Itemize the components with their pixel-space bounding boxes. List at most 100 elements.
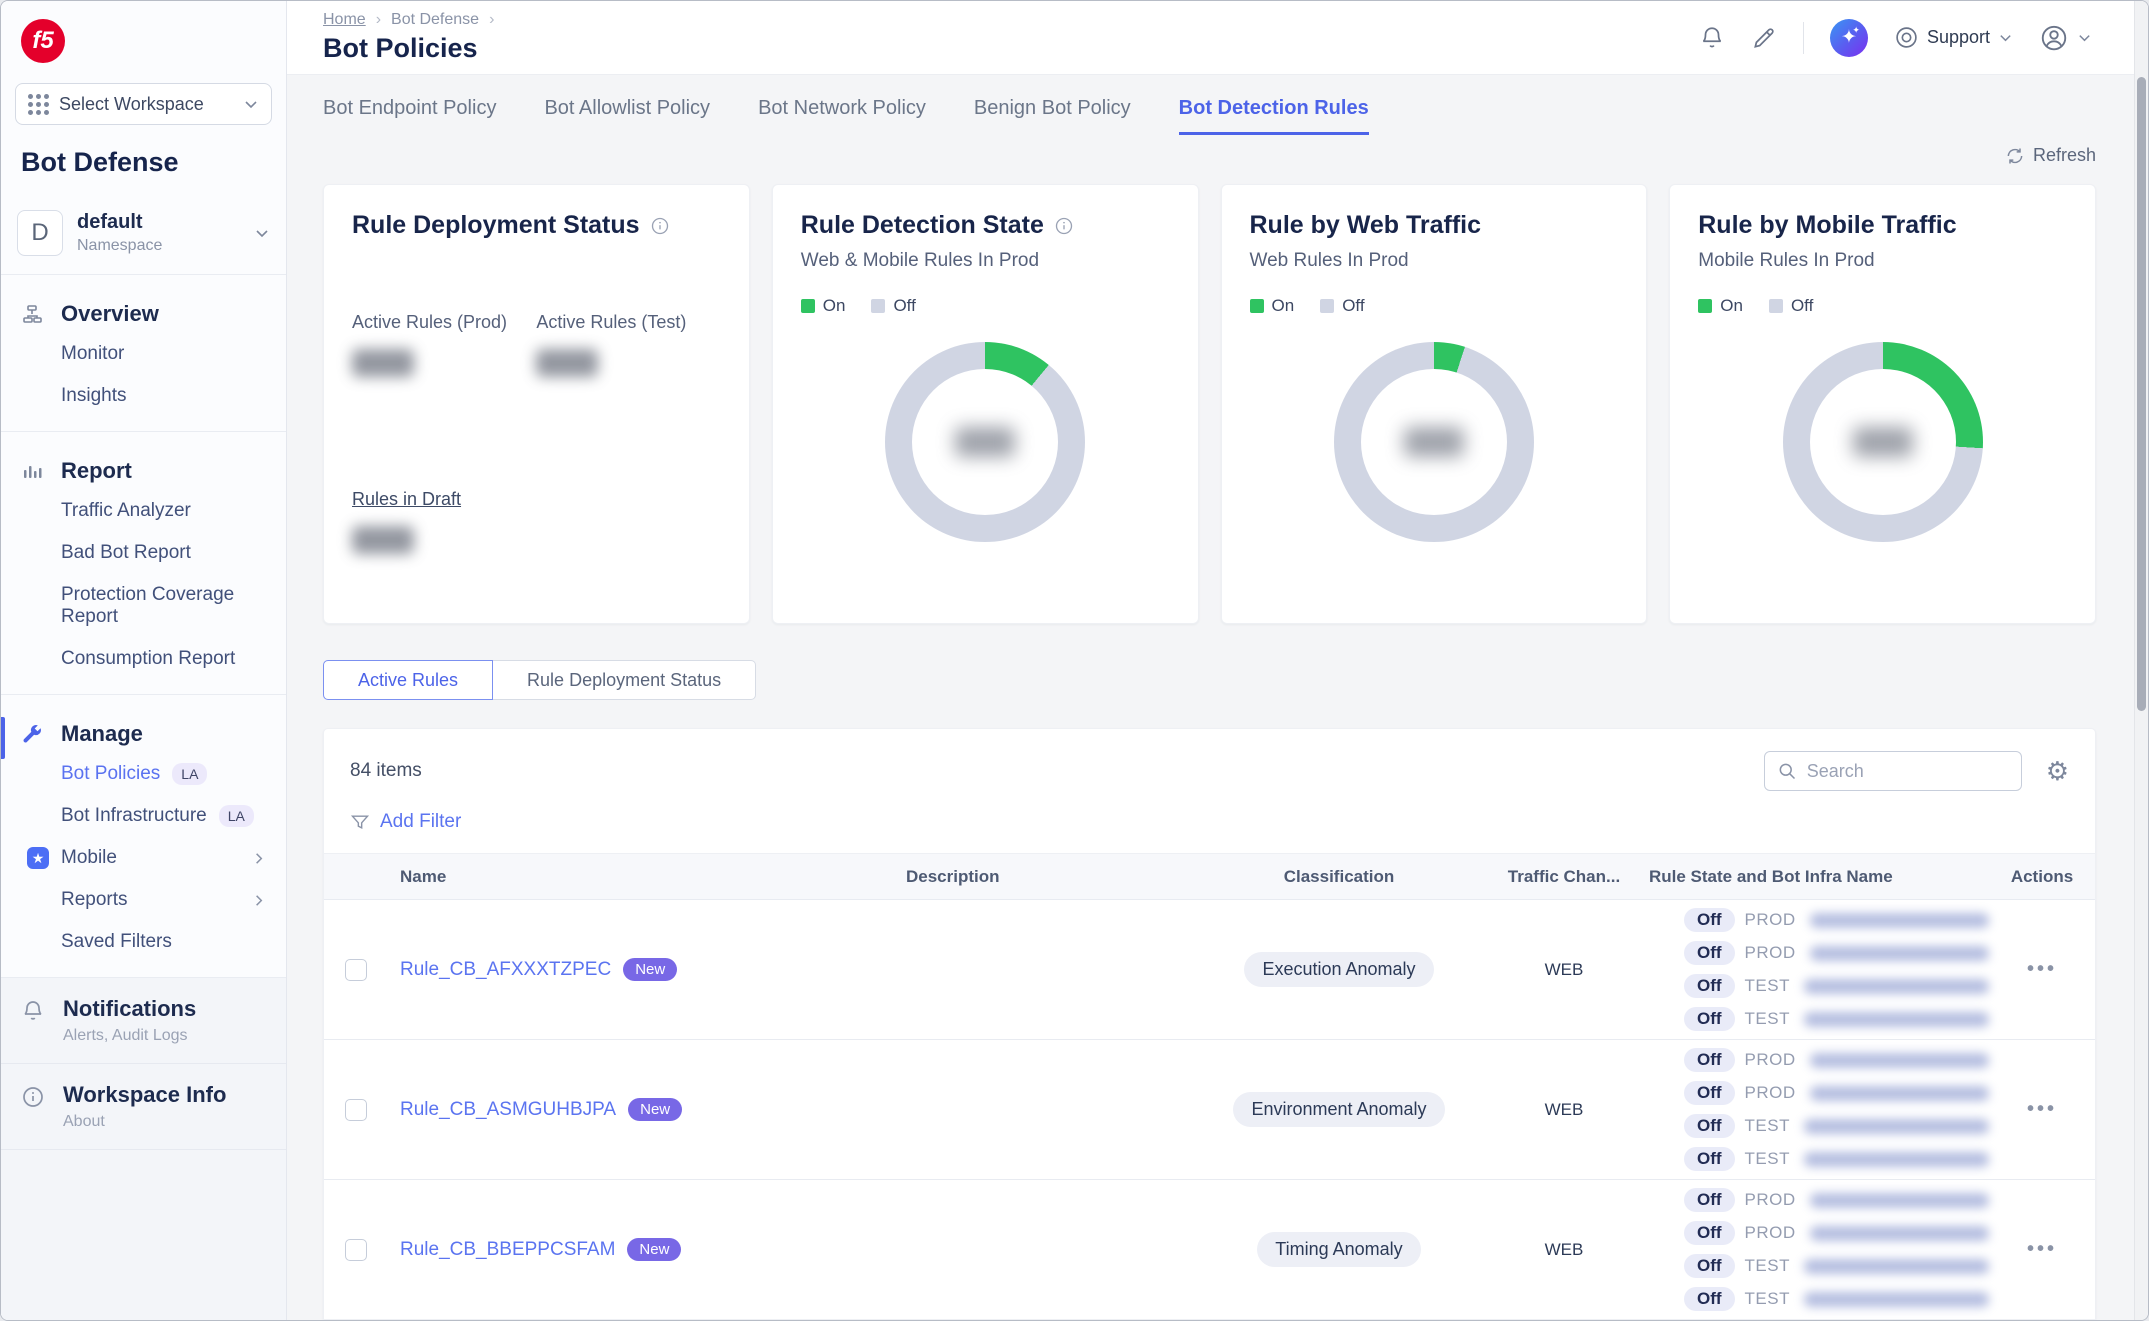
f5-logo-icon[interactable]: f5 bbox=[21, 19, 65, 63]
rule-name-link[interactable]: Rule_CB_AFXXXTZPEC bbox=[400, 959, 611, 981]
state-badge: Off bbox=[1684, 1287, 1735, 1311]
sidebar-item-monitor[interactable]: Monitor bbox=[1, 333, 286, 375]
rule-name-link[interactable]: Rule_CB_ASMGUHBJPA bbox=[400, 1099, 616, 1121]
chevron-down-icon bbox=[2077, 30, 2092, 45]
nav-section-manage: Manage Bot Policies LA Bot Infrastructur… bbox=[1, 695, 286, 978]
namespace-avatar: D bbox=[17, 210, 63, 256]
state-badge: Off bbox=[1684, 1048, 1735, 1072]
infra-name-blurred bbox=[1810, 1193, 1989, 1208]
sidebar-item-label: Overview bbox=[61, 301, 159, 327]
row-actions-menu[interactable]: ••• bbox=[1989, 958, 2095, 981]
breadcrumb-separator: › bbox=[489, 11, 494, 29]
tab-bot-detection-rules[interactable]: Bot Detection Rules bbox=[1179, 97, 1369, 135]
sidebar-item-workspace-info[interactable]: Workspace Info About bbox=[1, 1064, 286, 1150]
infra-name-blurred bbox=[1804, 1119, 1989, 1134]
tab-bot-network-policy[interactable]: Bot Network Policy bbox=[758, 97, 926, 135]
classification-pill: Timing Anomaly bbox=[1257, 1232, 1420, 1267]
env-label: TEST bbox=[1745, 1149, 1790, 1169]
legend-on-swatch bbox=[1250, 299, 1264, 313]
info-icon[interactable] bbox=[1054, 216, 1074, 236]
mobile-star-icon: ★ bbox=[27, 847, 49, 869]
breadcrumb-home-link[interactable]: Home bbox=[323, 11, 366, 29]
tab-bot-endpoint-policy[interactable]: Bot Endpoint Policy bbox=[323, 97, 496, 135]
row-checkbox[interactable] bbox=[345, 1239, 367, 1261]
support-menu[interactable]: Support bbox=[1894, 25, 2013, 50]
active-rules-test-value-blurred bbox=[536, 349, 598, 377]
chevron-right-icon bbox=[251, 893, 266, 908]
row-actions-menu[interactable]: ••• bbox=[1989, 1238, 2095, 1261]
infra-name-blurred bbox=[1804, 979, 1989, 994]
sidebar-item-mobile[interactable]: ★ Mobile bbox=[1, 837, 286, 879]
app-window: f5 Select Workspace Bot Defense D defaul… bbox=[0, 0, 2149, 1321]
infra-name-blurred bbox=[1804, 1292, 1989, 1307]
pen-edit-icon[interactable] bbox=[1751, 25, 1777, 51]
sidebar-item-saved-filters[interactable]: Saved Filters bbox=[1, 921, 286, 963]
user-account-menu[interactable] bbox=[2039, 23, 2092, 53]
info-icon[interactable] bbox=[650, 216, 670, 236]
sidebar-item-reports[interactable]: Reports bbox=[1, 879, 286, 921]
column-header-traffic-channel[interactable]: Traffic Chan... bbox=[1489, 867, 1639, 887]
info-icon bbox=[21, 1082, 47, 1131]
column-header-description[interactable]: Description bbox=[818, 867, 1189, 887]
namespace-selector[interactable]: D default Namespace bbox=[1, 196, 286, 275]
detection-state-donut-chart bbox=[885, 342, 1085, 542]
infra-name-blurred bbox=[1810, 913, 1989, 928]
search-box bbox=[1764, 751, 2022, 791]
state-badge: Off bbox=[1684, 941, 1735, 965]
column-header-classification[interactable]: Classification bbox=[1189, 867, 1489, 887]
legend-on-swatch bbox=[1698, 299, 1712, 313]
donut-legend: On Off bbox=[1698, 296, 2067, 316]
column-header-rule-state[interactable]: Rule State and Bot Infra Name bbox=[1639, 867, 1989, 887]
scrollbar-thumb[interactable] bbox=[2137, 77, 2146, 711]
rules-in-draft-link[interactable]: Rules in Draft bbox=[352, 489, 461, 510]
card-subtitle: Web Rules In Prod bbox=[1250, 250, 1619, 272]
state-badge: Off bbox=[1684, 1254, 1735, 1278]
ai-assistant-button[interactable]: ✦✦ bbox=[1830, 19, 1868, 57]
workspace-selector[interactable]: Select Workspace bbox=[15, 83, 272, 125]
vertical-scrollbar[interactable] bbox=[2134, 1, 2148, 1320]
row-actions-menu[interactable]: ••• bbox=[1989, 1098, 2095, 1121]
sidebar-item-bad-bot-report[interactable]: Bad Bot Report bbox=[1, 532, 286, 574]
card-rule-deployment-status: Rule Deployment Status Active Rules (Pro… bbox=[323, 184, 750, 624]
infra-name-blurred bbox=[1810, 1053, 1989, 1068]
page-title: Bot Policies bbox=[323, 33, 494, 64]
active-rules-prod-label: Active Rules (Prod) bbox=[352, 312, 536, 333]
env-label: PROD bbox=[1745, 1190, 1796, 1210]
namespace-name: default bbox=[77, 211, 162, 234]
sidebar-item-insights[interactable]: Insights bbox=[1, 375, 286, 417]
infra-name-blurred bbox=[1804, 1152, 1989, 1167]
env-label: PROD bbox=[1745, 943, 1796, 963]
rule-states: OffPROD OffPROD OffTEST OffTEST bbox=[1639, 1048, 1989, 1171]
sidebar-item-consumption-report[interactable]: Consumption Report bbox=[1, 638, 286, 680]
sidebar-item-manage[interactable]: Manage bbox=[1, 715, 286, 753]
search-input[interactable] bbox=[1807, 761, 2009, 782]
sidebar-item-overview[interactable]: Overview bbox=[1, 295, 286, 333]
la-badge: LA bbox=[172, 763, 207, 785]
sidebar-item-traffic-analyzer[interactable]: Traffic Analyzer bbox=[1, 490, 286, 532]
add-filter-button[interactable]: Add Filter bbox=[380, 811, 461, 833]
row-checkbox[interactable] bbox=[345, 1099, 367, 1121]
tab-benign-bot-policy[interactable]: Benign Bot Policy bbox=[974, 97, 1131, 135]
rule-name-link[interactable]: Rule_CB_BBEPPCSFAM bbox=[400, 1239, 615, 1261]
rule-deployment-status-toggle-button[interactable]: Rule Deployment Status bbox=[493, 660, 756, 700]
sidebar-item-bot-infrastructure[interactable]: Bot Infrastructure LA bbox=[1, 795, 286, 837]
column-header-name[interactable]: Name bbox=[388, 867, 818, 887]
sidebar-item-notifications[interactable]: Notifications Alerts, Audit Logs bbox=[1, 978, 286, 1064]
row-checkbox[interactable] bbox=[345, 959, 367, 981]
donut-center-value-blurred bbox=[1853, 427, 1913, 457]
sidebar-item-protection-coverage-report[interactable]: Protection Coverage Report bbox=[1, 574, 286, 638]
card-rule-by-web-traffic: Rule by Web Traffic Web Rules In Prod On… bbox=[1221, 184, 1648, 624]
sidebar-item-bot-policies[interactable]: Bot Policies LA bbox=[1, 753, 286, 795]
funnel-icon bbox=[350, 812, 370, 832]
chevron-right-icon bbox=[251, 851, 266, 866]
active-rules-toggle-button[interactable]: Active Rules bbox=[323, 660, 493, 700]
infra-name-blurred bbox=[1810, 946, 1989, 961]
workspace-grid-icon bbox=[28, 94, 49, 115]
nav-section-report: Report Traffic Analyzer Bad Bot Report P… bbox=[1, 432, 286, 695]
tab-bot-allowlist-policy[interactable]: Bot Allowlist Policy bbox=[544, 97, 710, 135]
gear-icon[interactable]: ⚙ bbox=[2046, 758, 2069, 784]
refresh-button[interactable]: Refresh bbox=[2005, 145, 2096, 166]
notifications-bell-icon[interactable] bbox=[1699, 25, 1725, 51]
env-label: TEST bbox=[1745, 976, 1790, 996]
sidebar-item-report[interactable]: Report bbox=[1, 452, 286, 490]
